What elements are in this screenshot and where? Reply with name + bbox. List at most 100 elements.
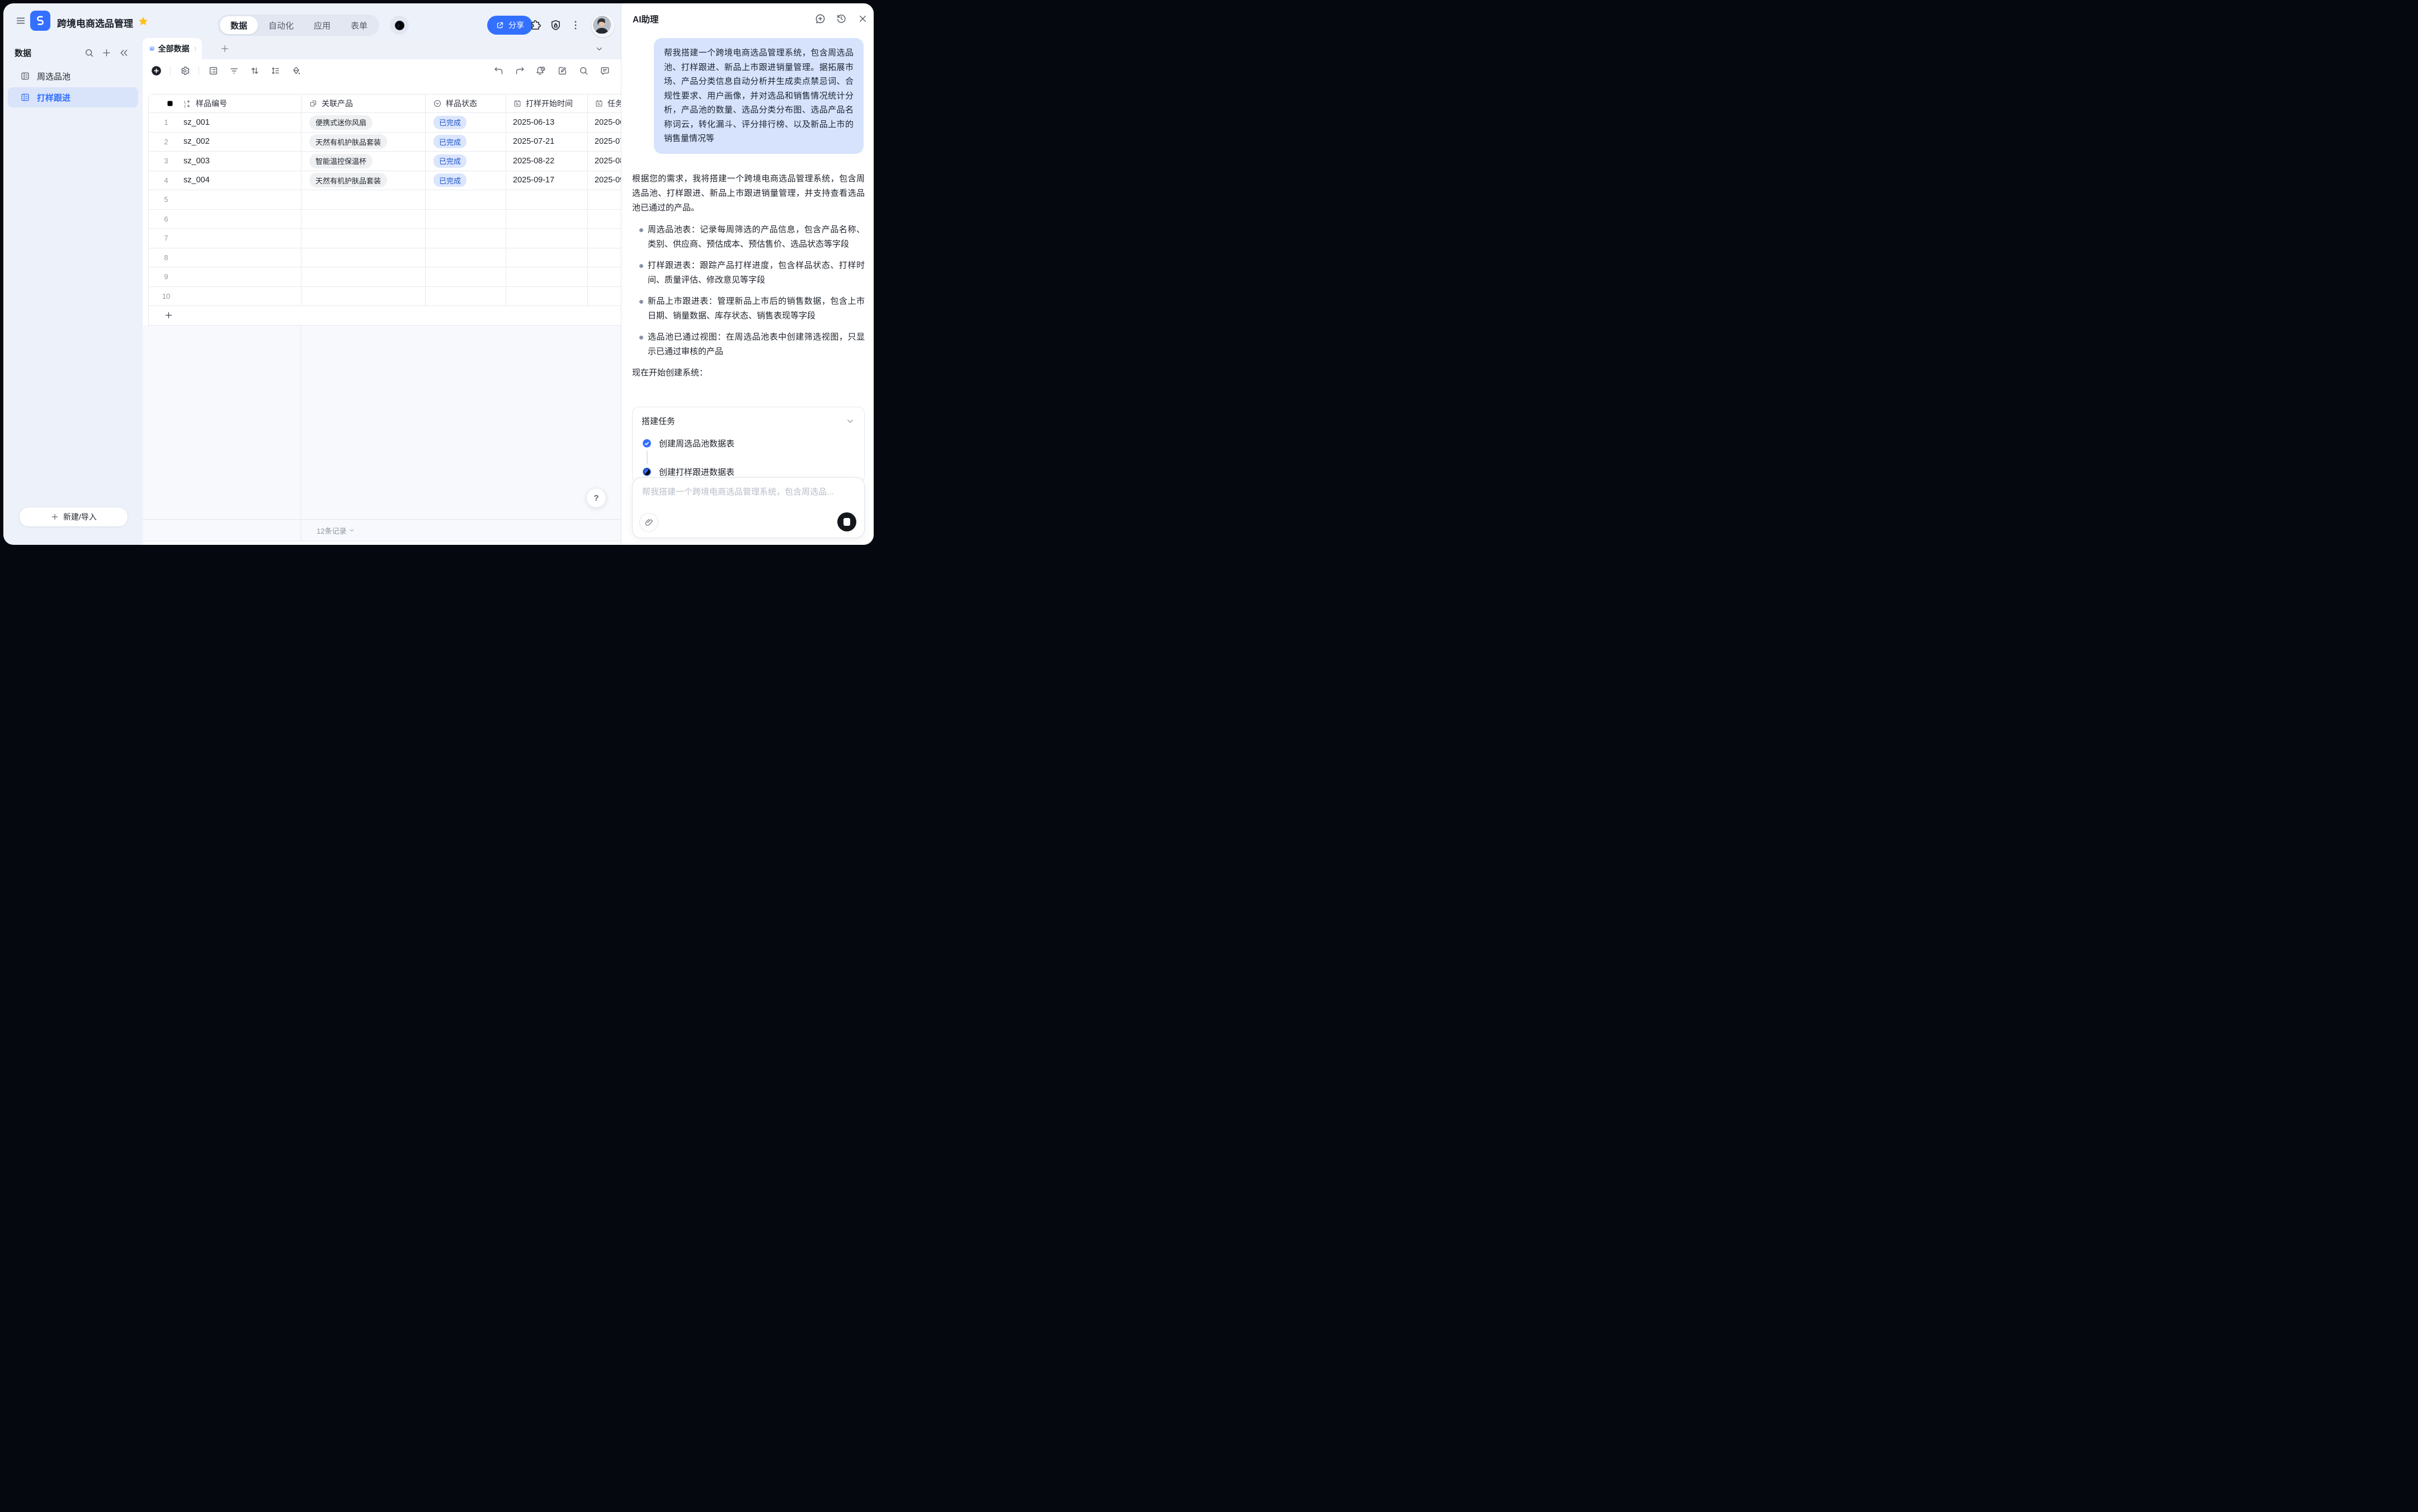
record-count-label: 12条记录 (317, 525, 346, 536)
table-toolbar (143, 59, 621, 82)
tab-apps[interactable]: 应用 (304, 16, 340, 34)
status-badge[interactable]: 已完成 (433, 154, 466, 168)
task-label: 创建打样跟进数据表 (659, 466, 734, 478)
user-avatar[interactable] (592, 15, 614, 37)
sidebar-item-sampling[interactable]: 打样跟进 (8, 87, 138, 107)
empty-table-row[interactable]: 10 (149, 287, 621, 307)
tab-forms[interactable]: 表单 (341, 16, 377, 34)
undo-button[interactable] (490, 62, 507, 79)
row-number: 8 (149, 253, 183, 262)
linked-product-tag[interactable]: 天然有机护肤品套装 (309, 134, 387, 149)
start-date-cell[interactable]: 2025-07-21 (513, 137, 554, 146)
add-row-button[interactable] (149, 306, 621, 326)
sidebar-item-weekly-pool[interactable]: 周选品池 (8, 66, 138, 86)
color-fill-button[interactable] (287, 62, 304, 79)
table-row[interactable]: 4sz_004 天然有机护肤品套装 已完成 2025-09-17 2025-09 (149, 171, 621, 191)
filter-button[interactable] (225, 62, 242, 79)
header-start-date[interactable]: 打样开始时间 (506, 95, 588, 112)
add-record-button[interactable] (148, 62, 164, 79)
record-count[interactable]: 12条记录 (317, 525, 355, 536)
checkbox-icon[interactable] (166, 99, 175, 108)
row-number: 6 (149, 215, 183, 223)
sidebar-header: 数据 (15, 47, 31, 59)
history-icon (836, 13, 847, 24)
record-history-button[interactable] (532, 62, 549, 79)
status-badge[interactable]: 已完成 (433, 173, 466, 187)
chevron-down-icon[interactable] (845, 416, 855, 426)
reply-intro: 根据您的需求，我将搭建一个跨境电商选品管理系统，包含周选品池、打样跟进、新品上市… (632, 172, 865, 215)
linked-product-tag[interactable]: 智能温控保温杯 (309, 154, 373, 168)
header-sample-status[interactable]: 样品状态 (426, 95, 506, 112)
view-list-expand-button[interactable] (591, 40, 607, 57)
row-number: 7 (149, 234, 183, 242)
search-records-button[interactable] (575, 62, 592, 79)
header-linked-product[interactable]: 关联产品 (301, 95, 426, 112)
empty-table-row[interactable]: 9 (149, 267, 621, 287)
attach-file-button[interactable] (639, 513, 658, 532)
sidebar-add-table-button[interactable] (98, 44, 115, 61)
empty-table-row[interactable]: 8 (149, 248, 621, 268)
empty-table-row[interactable]: 6 (149, 210, 621, 229)
user-message-text: 帮我搭建一个跨境电商选品管理系统，包含周选品池、打样跟进、新品上市跟进销量管理。… (664, 48, 854, 143)
ai-input-box[interactable]: 帮我搭建一个跨境电商选品管理系统，包含周选品... (632, 477, 865, 538)
header-task[interactable]: 任务 (588, 95, 621, 112)
reply-bullet-list: 周选品池表：记录每周筛选的产品信息，包含产品名称、类别、供应商、预估成本、预估售… (632, 223, 865, 359)
sample-id-cell[interactable]: sz_004 (183, 176, 210, 185)
view-tab-all-data[interactable]: 全部数据 (143, 38, 202, 59)
linked-product-tag[interactable]: 便携式迷你风扇 (309, 115, 373, 130)
table-row[interactable]: 1sz_001 便携式迷你风扇 已完成 2025-06-13 2025-06 (149, 113, 621, 133)
chevron-down-icon (348, 527, 355, 534)
tab-automation[interactable]: 自动化 (259, 16, 303, 34)
ai-new-chat-button[interactable] (812, 10, 828, 27)
linked-product-tag[interactable]: 天然有机护肤品套装 (309, 173, 387, 187)
sidebar-collapse-button[interactable] (115, 44, 132, 61)
help-button[interactable]: ? (586, 488, 606, 508)
row-height-button[interactable] (267, 62, 284, 79)
extensions-button[interactable] (527, 17, 544, 34)
edit-record-button[interactable] (554, 62, 571, 79)
column-label: 关联产品 (322, 98, 353, 109)
view-settings-button[interactable] (176, 62, 193, 79)
main-menu-button[interactable] (15, 15, 27, 27)
stop-generation-button[interactable] (837, 512, 856, 531)
more-menu-button[interactable] (567, 17, 584, 34)
ai-history-button[interactable] (833, 10, 850, 27)
ai-panel-title: AI助理 (633, 13, 659, 25)
task-date-cell[interactable]: 2025-06 (595, 118, 621, 127)
table-row[interactable]: 2sz_002 天然有机护肤品套装 已完成 2025-07-21 2025-07 (149, 133, 621, 152)
sort-button[interactable] (246, 62, 263, 79)
redo-button[interactable] (511, 62, 528, 79)
task-card-title: 搭建任务 (642, 415, 675, 427)
task-date-cell[interactable]: 2025-08 (595, 157, 621, 166)
sample-id-cell[interactable]: sz_002 (183, 137, 210, 146)
table-row[interactable]: 3sz_003 智能温控保温杯 已完成 2025-08-22 2025-08 (149, 152, 621, 171)
task-date-cell[interactable]: 2025-07 (595, 137, 621, 146)
add-view-button[interactable] (216, 40, 233, 57)
tab-data[interactable]: 数据 (220, 16, 258, 34)
task-date-cell[interactable]: 2025-09 (595, 176, 621, 185)
sidebar-search-button[interactable] (81, 44, 97, 61)
fields-config-button[interactable] (205, 62, 221, 79)
comments-button[interactable] (596, 62, 613, 79)
sample-id-cell[interactable]: sz_001 (183, 118, 210, 127)
kebab-icon[interactable] (193, 45, 197, 53)
share-button[interactable]: 分享 (487, 16, 532, 35)
status-badge[interactable]: 已完成 (433, 116, 466, 129)
security-button[interactable] (547, 17, 564, 34)
new-import-button[interactable]: 新建/导入 (19, 507, 128, 527)
task-item-running[interactable]: 创建打样跟进数据表 (642, 466, 855, 478)
check-circle-icon (642, 438, 652, 449)
empty-table-row[interactable]: 5 (149, 190, 621, 210)
header-sample-id[interactable]: 样品编号 (149, 95, 301, 112)
status-badge[interactable]: 已完成 (433, 135, 466, 148)
start-date-cell[interactable]: 2025-06-13 (513, 118, 554, 127)
ai-close-button[interactable] (854, 10, 871, 27)
theme-toggle-button[interactable] (390, 16, 409, 35)
sample-id-cell[interactable]: sz_003 (183, 157, 210, 166)
start-date-cell[interactable]: 2025-08-22 (513, 157, 554, 166)
start-date-cell[interactable]: 2025-09-17 (513, 176, 554, 185)
favorite-button[interactable] (138, 16, 149, 27)
empty-table-row[interactable]: 7 (149, 229, 621, 248)
reply-now-start: 现在开始创建系统： (632, 366, 865, 380)
task-item-done[interactable]: 创建周选品池数据表 (642, 437, 855, 449)
